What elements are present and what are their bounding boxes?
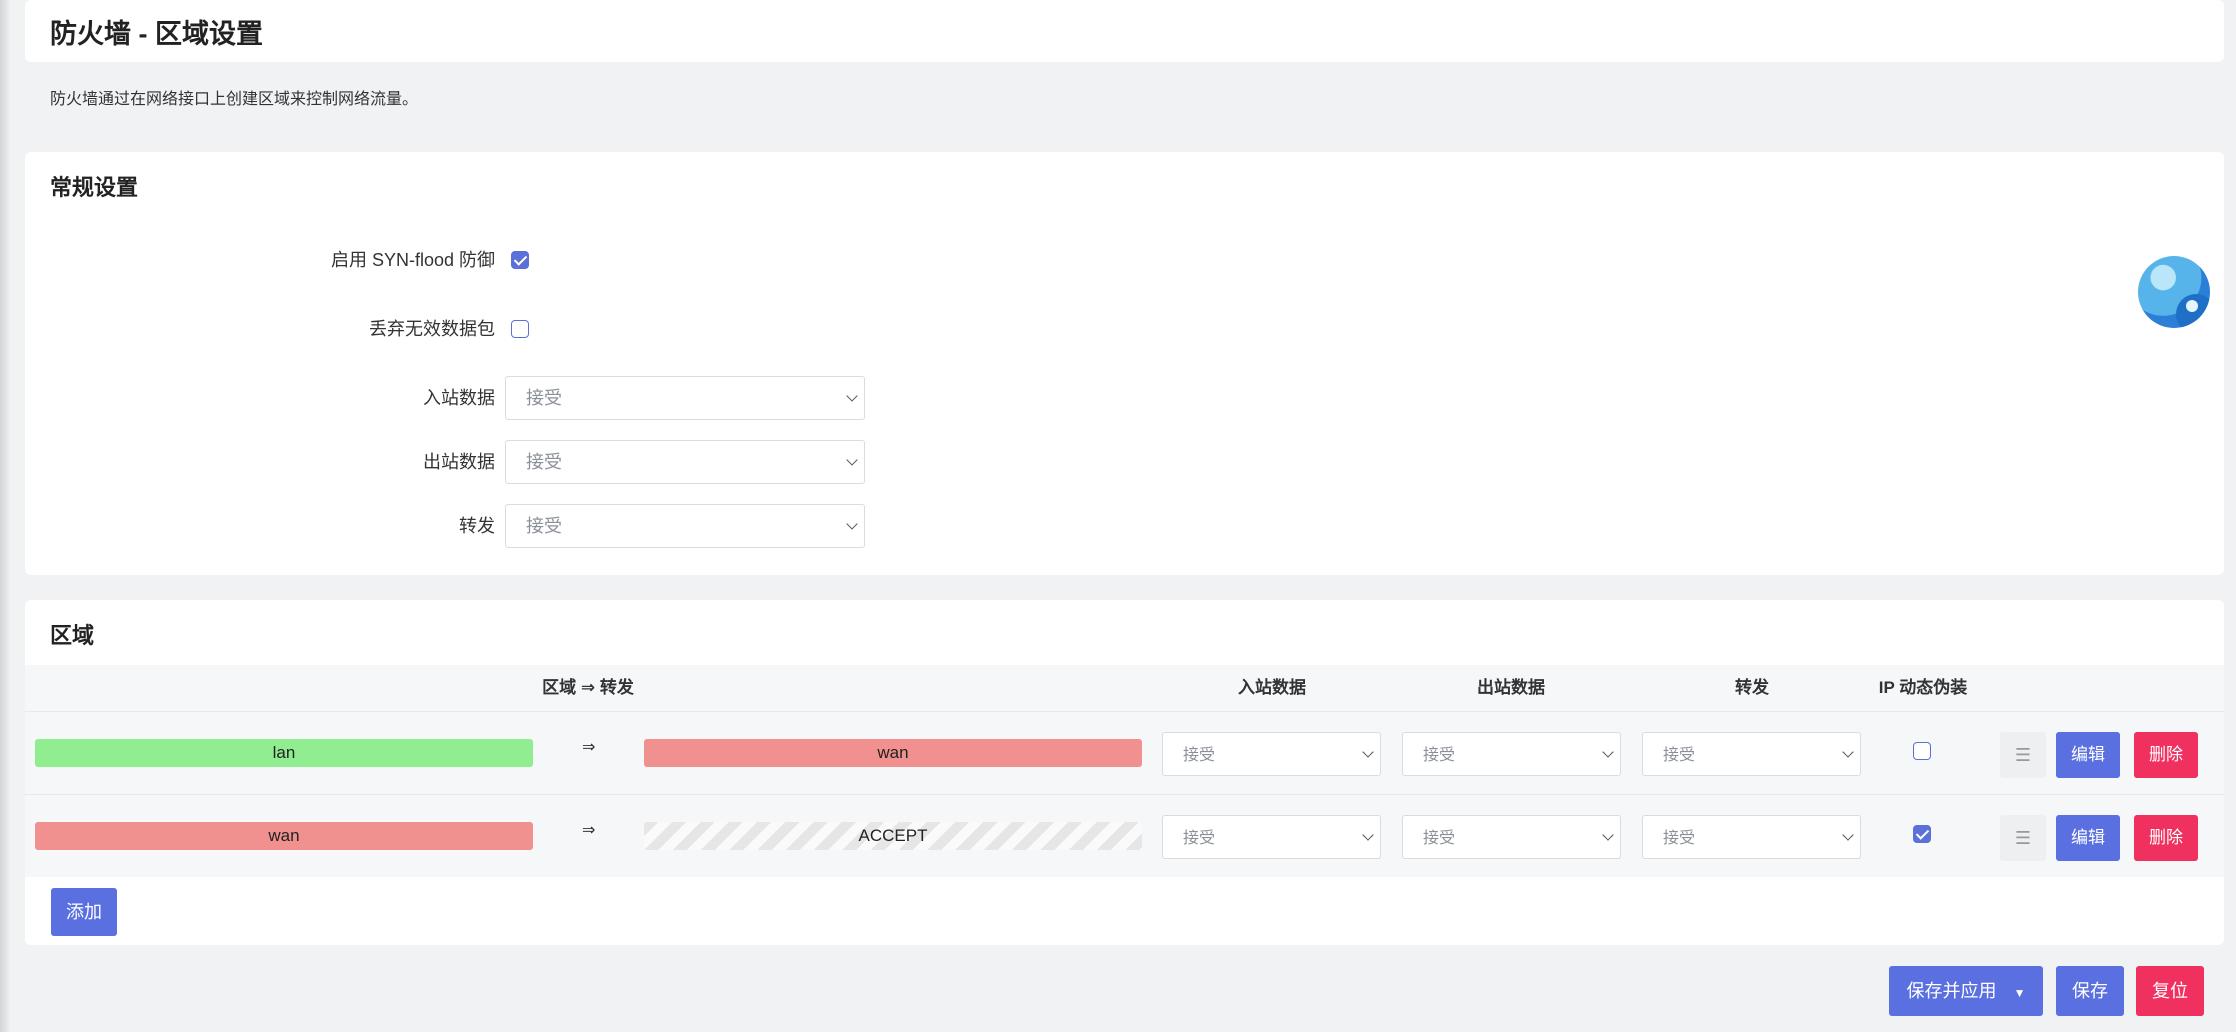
page-description: 防火墙通过在网络接口上创建区域来控制网络流量。 <box>50 91 419 108</box>
zone-badge: lan <box>35 739 533 767</box>
left-edge-shadow <box>0 0 10 1032</box>
output-policy-row: 出站数据 接受 <box>25 439 925 485</box>
chevron-down-icon <box>846 390 858 402</box>
title-card: 防火墙 - 区域设置 <box>25 0 2224 62</box>
zone-forward-select[interactable]: 接受 <box>1642 815 1861 859</box>
forward-policy-value: 接受 <box>526 516 562 536</box>
input-policy-value: 接受 <box>526 388 562 408</box>
chevron-down-icon <box>1842 746 1854 758</box>
zone-output-select[interactable]: 接受 <box>1402 732 1621 776</box>
input-policy-select[interactable]: 接受 <box>505 376 865 420</box>
caret-down-icon: ▼ <box>2013 986 2026 1000</box>
chevron-down-icon <box>1362 829 1374 841</box>
zone-badge: wan <box>35 822 533 850</box>
header-output: 出站数据 <box>1477 678 1545 697</box>
output-policy-label: 出站数据 <box>423 452 495 472</box>
general-settings-card: 常规设置 启用 SYN-flood 防御 丢弃无效数据包 入站数据 接受 出站数… <box>25 152 2224 575</box>
chevron-down-icon <box>1602 829 1614 841</box>
forward-arrow: ⇒ <box>582 739 596 756</box>
header-input: 入站数据 <box>1238 678 1306 697</box>
syn-flood-row: 启用 SYN-flood 防御 <box>25 237 925 283</box>
general-settings-title: 常规设置 <box>50 175 139 200</box>
zone-input-value: 接受 <box>1183 830 1216 847</box>
header-forward: 转发 <box>1735 678 1769 697</box>
drop-invalid-row: 丢弃无效数据包 <box>25 306 925 352</box>
syn-flood-label: 启用 SYN-flood 防御 <box>330 250 495 270</box>
chevron-down-icon <box>846 454 858 466</box>
reset-button[interactable]: 复位 <box>2136 966 2204 1016</box>
edit-button[interactable]: 编辑 <box>2056 815 2120 861</box>
save-apply-button[interactable]: 保存并应用 ▼ <box>1889 966 2043 1016</box>
forward-policy-select[interactable]: 接受 <box>505 504 865 548</box>
zone-input-select[interactable]: 接受 <box>1162 732 1381 776</box>
output-policy-value: 接受 <box>526 452 562 472</box>
forward-policy-label: 转发 <box>459 516 495 536</box>
forward-arrow: ⇒ <box>582 822 596 839</box>
forward-policy-row: 转发 接受 <box>25 503 925 549</box>
zones-table-header: 区域 ⇒ 转发 入站数据 出站数据 转发 IP 动态伪装 <box>25 665 2224 711</box>
zone-input-select[interactable]: 接受 <box>1162 815 1381 859</box>
zone-forward-value: 接受 <box>1663 830 1696 847</box>
save-apply-label: 保存并应用 <box>1906 981 1997 1001</box>
input-policy-label: 入站数据 <box>423 388 495 408</box>
delete-button[interactable]: 删除 <box>2134 815 2198 861</box>
zone-output-value: 接受 <box>1423 747 1456 764</box>
drop-invalid-checkbox[interactable] <box>511 320 529 338</box>
zone-input-value: 接受 <box>1183 747 1216 764</box>
header-masq: IP 动态伪装 <box>1878 678 1968 697</box>
output-policy-select[interactable]: 接受 <box>505 440 865 484</box>
masq-checkbox[interactable] <box>1913 742 1931 760</box>
drop-invalid-label: 丢弃无效数据包 <box>369 319 495 339</box>
header-zone-forward: 区域 ⇒ 转发 <box>542 678 634 697</box>
zones-card: 区域 区域 ⇒ 转发 入站数据 出站数据 转发 IP 动态伪装 lan ⇒ wa… <box>25 600 2224 945</box>
delete-button[interactable]: 删除 <box>2134 732 2198 778</box>
chevron-down-icon <box>1602 746 1614 758</box>
masq-checkbox[interactable] <box>1913 825 1931 843</box>
add-zone-button[interactable]: 添加 <box>51 888 117 936</box>
zone-forward-select[interactable]: 接受 <box>1642 732 1861 776</box>
chevron-down-icon <box>1362 746 1374 758</box>
chevron-down-icon <box>846 518 858 530</box>
zones-title: 区域 <box>50 623 95 648</box>
drag-handle-icon[interactable]: ☰ <box>2000 732 2046 778</box>
edit-button[interactable]: 编辑 <box>2056 732 2120 778</box>
input-policy-row: 入站数据 接受 <box>25 375 925 421</box>
dest-zone-badge: wan <box>644 739 1142 767</box>
zone-output-select[interactable]: 接受 <box>1402 815 1621 859</box>
chevron-down-icon <box>1842 829 1854 841</box>
table-row: wan ⇒ ACCEPT 接受 接受 接受 ☰ 编辑 删除 <box>25 794 2224 877</box>
floating-ball-icon[interactable] <box>2138 256 2210 328</box>
drag-handle-icon[interactable]: ☰ <box>2000 815 2046 861</box>
page-title: 防火墙 - 区域设置 <box>50 19 263 49</box>
zone-forward-value: 接受 <box>1663 747 1696 764</box>
zone-output-value: 接受 <box>1423 830 1456 847</box>
table-row: lan ⇒ wan 接受 接受 接受 ☰ 编辑 删除 <box>25 711 2224 794</box>
dest-zone-badge: ACCEPT <box>644 822 1142 850</box>
save-button[interactable]: 保存 <box>2056 966 2124 1016</box>
syn-flood-checkbox[interactable] <box>511 251 529 269</box>
